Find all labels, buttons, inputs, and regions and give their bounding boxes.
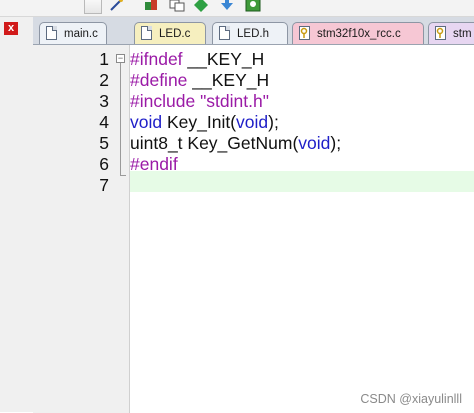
windows-icon[interactable] [169,0,185,12]
project-pane: x [0,17,33,412]
file-icon [141,26,152,40]
build-icon[interactable] [143,0,159,12]
tab-stm[interactable]: stm [428,22,474,44]
code-token: ); [330,133,342,153]
tab-label: stm32f10x_rcc.c [317,28,401,40]
line-number: 3 [99,91,109,111]
tab-bar: main.c LED.c LED.h stm32f10x_rcc.c stm [33,17,474,44]
tab-main-c[interactable]: main.c [39,22,107,44]
code-token: #define [130,70,188,90]
code-token: __KEY_H [182,49,265,69]
diamond-icon[interactable] [193,0,209,12]
code-token: uint8_t Key_GetNum( [130,133,299,153]
code-editor[interactable]: − 1 #ifndef __KEY_H 2 #define __KEY_H 3 #incl… [33,44,474,413]
key-file-icon [435,26,447,40]
code-line[interactable]: 6 #endif [33,154,474,175]
code-token: #include [130,91,196,111]
code-line[interactable]: 3 #include "stdint.h" [33,91,474,112]
line-number: 1 [99,49,109,69]
code-line[interactable]: 4 void Key_Init(void); [33,112,474,133]
key-file-icon [299,26,311,40]
watermark: CSDN @xiayulinlll [360,392,462,406]
code-token: "stdint.h" [195,91,269,111]
tab-stm32f10x-rcc-c[interactable]: stm32f10x_rcc.c [292,22,424,44]
code-line[interactable]: 5 uint8_t Key_GetNum(void); [33,133,474,154]
download-icon[interactable] [219,0,235,12]
settings-icon[interactable] [245,0,261,12]
code-text: #endif [130,154,178,175]
close-icon[interactable]: x [4,22,18,35]
code-token: Key_Init( [162,112,237,132]
code-token: void [236,112,269,132]
code-text: #ifndef __KEY_H [130,49,264,70]
file-icon [46,26,57,40]
toolbar [0,0,474,17]
code-token: #endif [130,154,178,174]
tab-label: main.c [64,28,98,40]
line-number: 7 [99,175,109,195]
line-number: 2 [99,70,109,90]
file-icon [219,26,230,40]
code-text: uint8_t Key_GetNum(void); [130,133,341,154]
code-line[interactable]: 2 #define __KEY_H [33,70,474,91]
code-token: void [298,133,331,153]
line-number: 6 [99,154,109,174]
code-token: __KEY_H [187,70,270,90]
code-line[interactable]: 1 #ifndef __KEY_H [33,49,474,70]
tab-led-c[interactable]: LED.c [134,22,206,44]
line-number: 4 [99,112,109,132]
tab-label: LED.h [237,28,269,40]
code-text: #define __KEY_H [130,70,269,91]
tab-led-h[interactable]: LED.h [212,22,288,44]
code-line[interactable]: 7 [33,175,474,196]
code-token: void [130,112,163,132]
code-text: #include "stdint.h" [130,91,269,112]
tab-label: stm [453,28,472,40]
line-number: 5 [99,133,109,153]
code-text: void Key_Init(void); [130,112,279,133]
tab-label: LED.c [159,28,191,40]
dropdown-button[interactable] [84,0,102,14]
wand-icon[interactable] [108,0,124,12]
code-token: #ifndef [130,49,183,69]
code-token: ); [268,112,279,132]
